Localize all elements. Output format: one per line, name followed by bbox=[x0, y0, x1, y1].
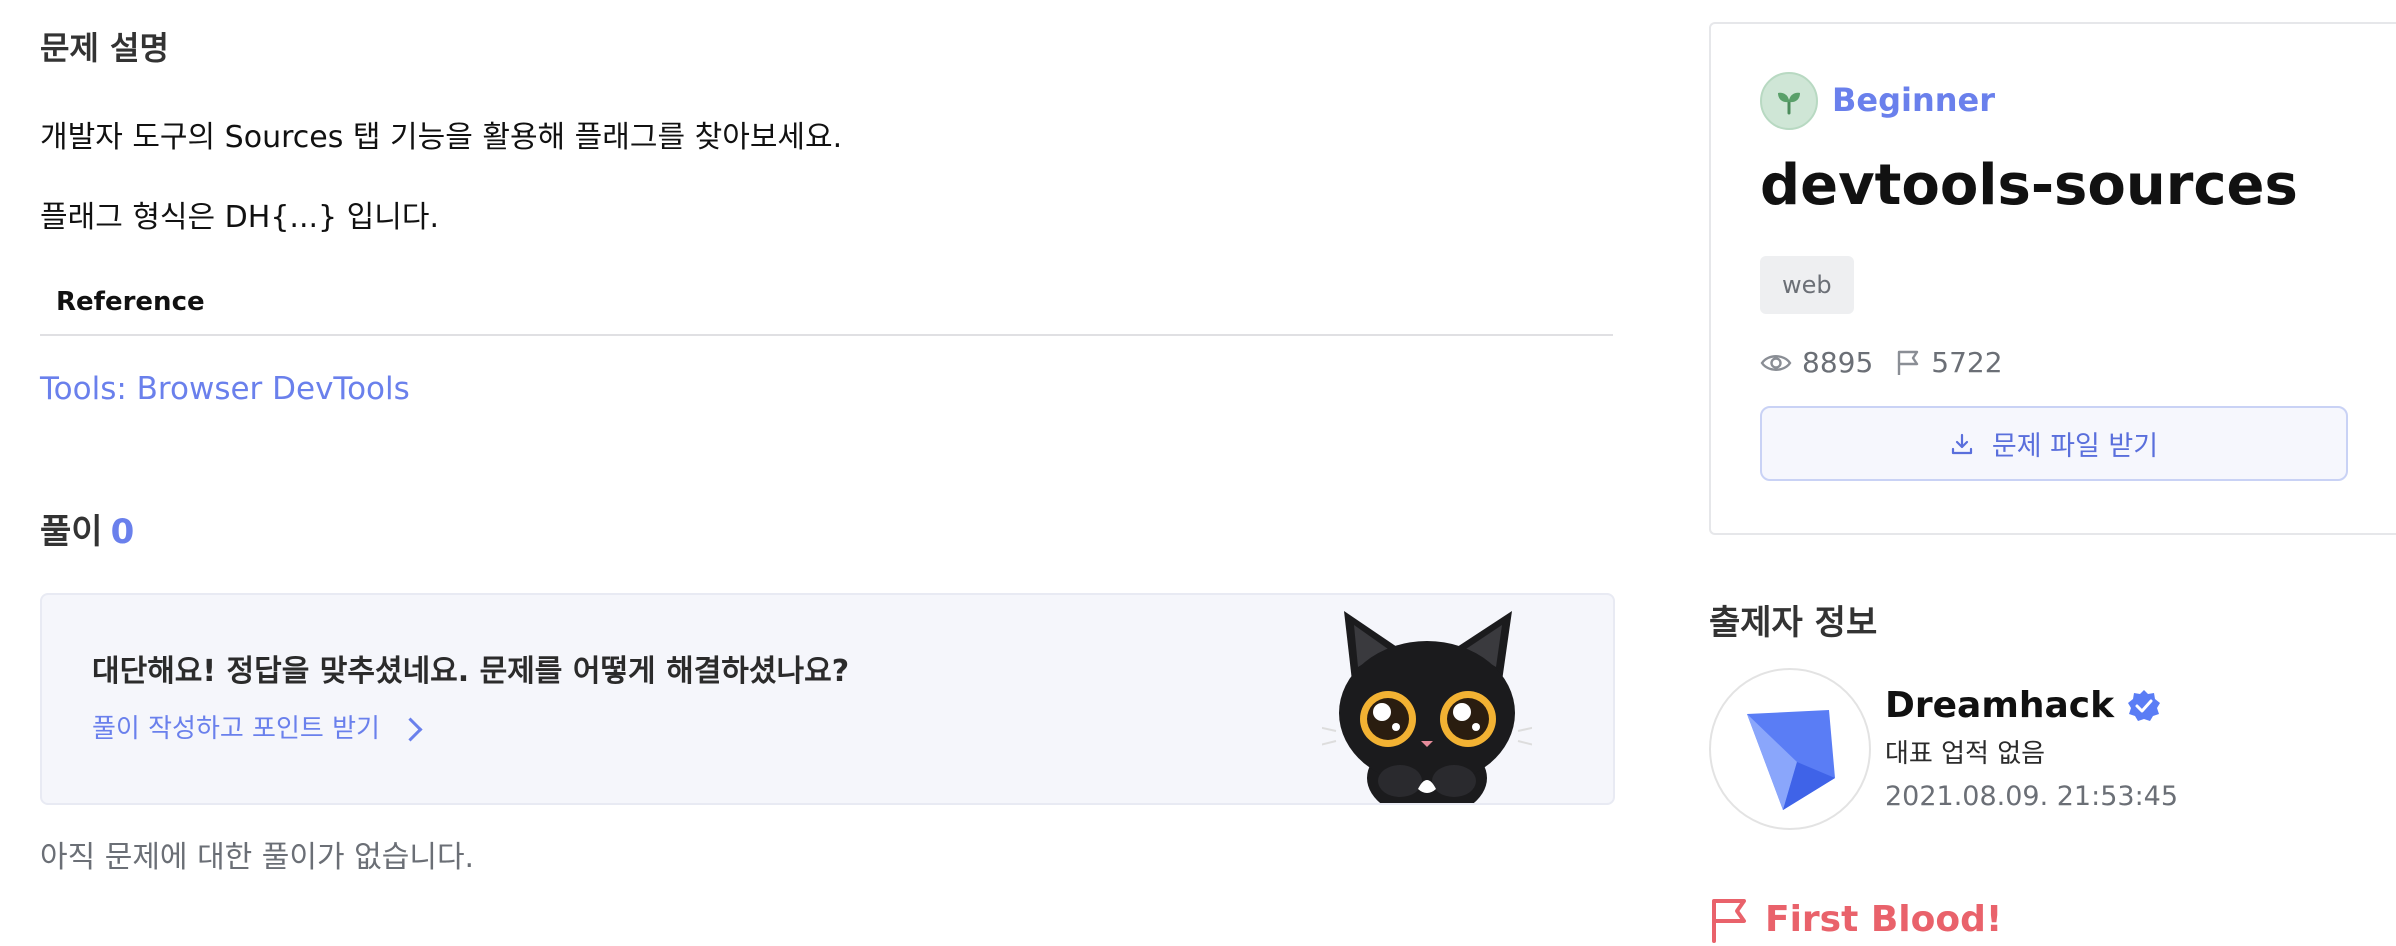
difficulty-level: Beginner bbox=[1832, 81, 1996, 119]
write-solution-link-label: 풀이 작성하고 포인트 받기 bbox=[92, 714, 380, 744]
first-blood-label: First Blood! bbox=[1765, 899, 2003, 940]
author-name[interactable]: Dreamhack bbox=[1885, 680, 2114, 732]
description-text-line-1: 개발자 도구의 Sources 탭 기능을 활용해 플래그를 찾아보세요. bbox=[40, 120, 843, 155]
write-solution-prompt: 대단해요! 정답을 맞추셨네요. 문제를 어떻게 해결하셨나요? 풀이 작성하고… bbox=[40, 593, 1615, 805]
download-icon bbox=[1951, 433, 1972, 454]
eye-icon bbox=[1760, 355, 1792, 371]
author-name-row: Dreamhack bbox=[1885, 680, 2162, 732]
author-date: 2021.08.09. 21:53:45 bbox=[1885, 781, 2179, 812]
reference-divider bbox=[40, 334, 1613, 336]
description-title: 문제 설명 bbox=[40, 29, 169, 67]
solves-stat: 5722 bbox=[1895, 342, 2003, 384]
flag-outline-icon bbox=[1898, 350, 1919, 375]
solutions-count: 0 bbox=[110, 512, 135, 552]
cat-mascot-illustration bbox=[1322, 611, 1532, 803]
author-avatar[interactable] bbox=[1709, 668, 1871, 830]
sprout-icon bbox=[1760, 72, 1818, 130]
category-tag[interactable]: web bbox=[1760, 256, 1854, 314]
chevron-right-icon bbox=[398, 716, 423, 742]
views-count: 8895 bbox=[1802, 346, 1874, 379]
description-text-line-2: 플래그 형식은 DH{...} 입니다. bbox=[40, 200, 439, 235]
challenge-stats: 8895 5722 bbox=[1760, 342, 2025, 384]
challenge-title: devtools-sources bbox=[1760, 153, 2298, 218]
flag-icon bbox=[1712, 899, 1746, 943]
views-stat: 8895 bbox=[1760, 342, 1873, 384]
solutions-heading: 풀이 0 bbox=[40, 506, 134, 558]
reference-link[interactable]: Tools: Browser DevTools bbox=[40, 366, 410, 412]
write-solution-link[interactable]: 풀이 작성하고 포인트 받기 bbox=[92, 709, 423, 749]
challenge-info-card: Beginner devtools-sources web 8895 5722 … bbox=[1709, 22, 2396, 535]
author-achievement: 대표 업적 없음 bbox=[1885, 739, 2046, 769]
no-solutions-text: 아직 문제에 대한 풀이가 없습니다. bbox=[40, 840, 475, 875]
verified-badge-icon bbox=[2128, 690, 2161, 721]
download-files-label: 문제 파일 받기 bbox=[1991, 431, 2159, 462]
dreamhack-logo-icon bbox=[1747, 710, 1835, 810]
author-section-title: 출제자 정보 bbox=[1709, 603, 1878, 643]
reference-heading: Reference bbox=[56, 287, 205, 317]
download-files-button[interactable]: 문제 파일 받기 bbox=[1760, 406, 2348, 481]
solutions-title: 풀이 bbox=[40, 512, 103, 552]
first-blood-heading: First Blood! bbox=[1709, 894, 2002, 946]
solution-prompt-question: 대단해요! 정답을 맞추셨네요. 문제를 어떻게 해결하셨나요? bbox=[92, 654, 850, 689]
solves-count: 5722 bbox=[1931, 346, 2003, 379]
